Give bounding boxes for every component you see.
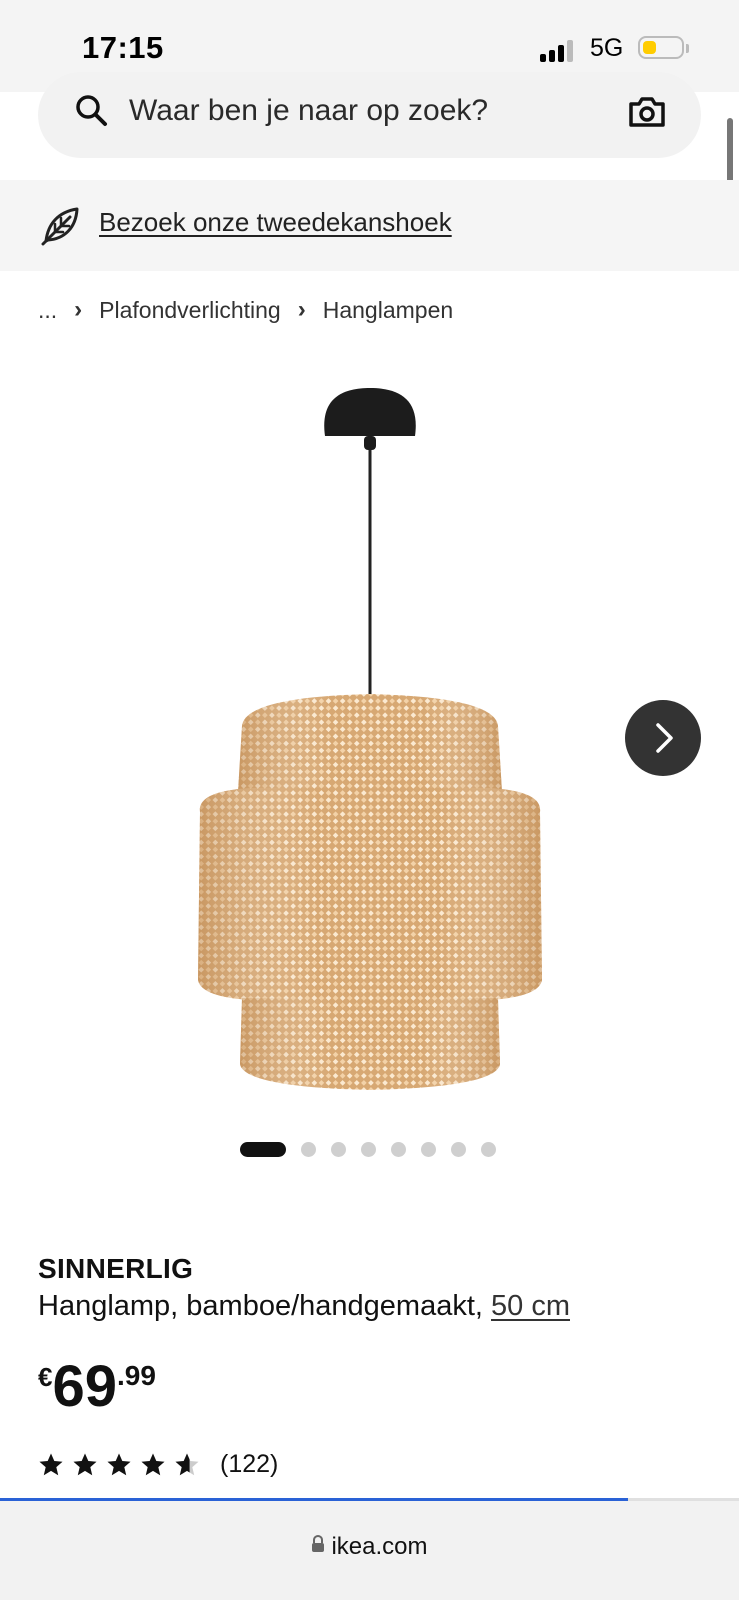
secondhand-link[interactable]: Bezoek onze tweedekanshoek bbox=[99, 207, 452, 238]
gallery-dot[interactable] bbox=[481, 1142, 496, 1157]
product-description: Hanglamp, bamboe/handgemaakt, 50 cm bbox=[38, 1290, 570, 1323]
leaf-icon bbox=[40, 204, 82, 251]
gallery-dot[interactable] bbox=[301, 1142, 316, 1157]
browser-url-bar[interactable]: ikea.com bbox=[0, 1501, 739, 1600]
search-input[interactable]: Waar ben je naar op zoek? bbox=[129, 94, 488, 128]
product-image[interactable] bbox=[180, 380, 560, 1100]
lock-icon bbox=[311, 1532, 325, 1560]
search-icon bbox=[74, 92, 110, 137]
signal-icon bbox=[540, 38, 580, 62]
battery-cap bbox=[686, 44, 689, 53]
network-label: 5G bbox=[590, 34, 624, 62]
breadcrumb-pendant-lamps[interactable]: Hanglampen bbox=[323, 297, 453, 324]
price-integer: 69 bbox=[52, 1354, 117, 1419]
secondhand-banner: Bezoek onze tweedekanshoek bbox=[0, 180, 739, 271]
camera-icon[interactable] bbox=[628, 94, 666, 135]
product-price: €69.99 bbox=[38, 1358, 156, 1416]
product-rating[interactable]: (122) bbox=[38, 1450, 278, 1479]
star-icon bbox=[141, 1453, 165, 1475]
breadcrumb-ceiling-lighting[interactable]: Plafondverlichting bbox=[99, 297, 281, 324]
status-time: 17:15 bbox=[82, 30, 164, 65]
star-icon bbox=[39, 1453, 63, 1475]
gallery-dot[interactable] bbox=[331, 1142, 346, 1157]
breadcrumb: ... › Plafondverlichting › Hanglampen bbox=[38, 296, 453, 324]
chevron-right-icon: › bbox=[74, 296, 83, 323]
price-decimal: .99 bbox=[116, 1360, 156, 1391]
chevron-right-icon bbox=[656, 723, 673, 753]
chevron-right-icon: › bbox=[297, 296, 306, 323]
star-icon bbox=[107, 1453, 131, 1475]
gallery-dot[interactable] bbox=[451, 1142, 466, 1157]
breadcrumb-ellipsis[interactable]: ... bbox=[38, 297, 57, 324]
gallery-dot-active[interactable] bbox=[240, 1142, 286, 1157]
url-text[interactable]: ikea.com bbox=[331, 1533, 427, 1560]
price-currency: € bbox=[38, 1362, 53, 1392]
review-count[interactable]: (122) bbox=[220, 1450, 278, 1479]
gallery-next-button[interactable] bbox=[625, 700, 701, 776]
gallery-dot[interactable] bbox=[391, 1142, 406, 1157]
gallery-dot[interactable] bbox=[361, 1142, 376, 1157]
star-icon bbox=[175, 1453, 199, 1475]
product-type: Hanglamp, bamboe/handgemaakt, bbox=[38, 1290, 492, 1322]
search-bar[interactable]: Waar ben je naar op zoek? bbox=[38, 72, 701, 158]
gallery-dot[interactable] bbox=[421, 1142, 436, 1157]
battery-icon bbox=[638, 36, 684, 59]
product-size-link[interactable]: 50 cm bbox=[491, 1290, 570, 1322]
rating-stars bbox=[38, 1452, 208, 1478]
star-icon bbox=[73, 1453, 97, 1475]
product-name: SINNERLIG bbox=[38, 1253, 194, 1284]
